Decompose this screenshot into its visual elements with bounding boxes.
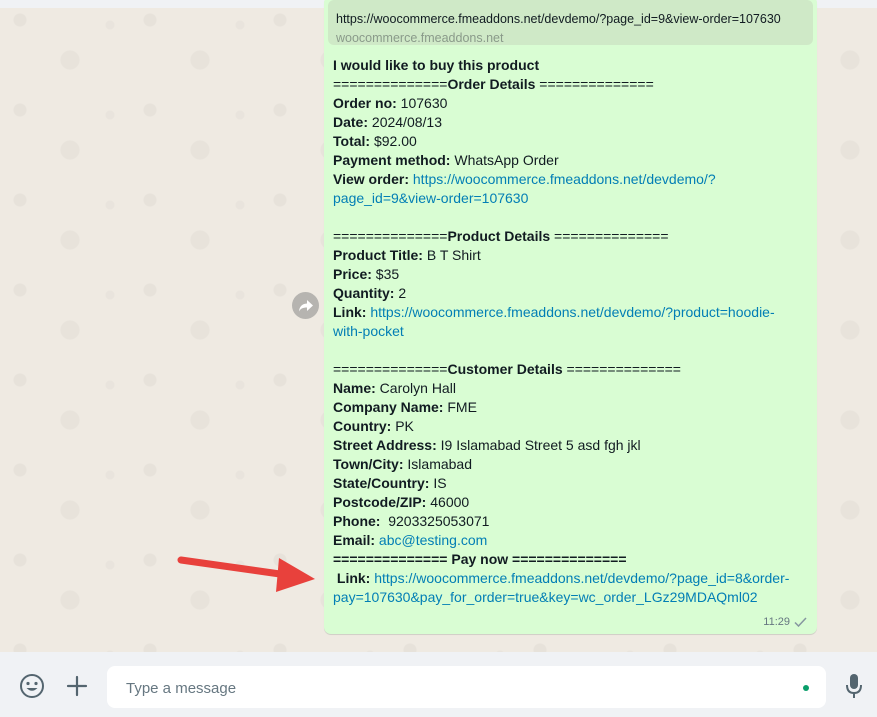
payment-method-value: WhatsApp Order (450, 152, 559, 168)
message-meta: 11:29 (763, 616, 807, 628)
forward-button[interactable] (292, 292, 319, 319)
link-preview-url: https://woocommerce.fmeaddons.net/devdem… (336, 12, 781, 26)
link-preview-domain: woocommerce.fmeaddons.net (336, 31, 504, 45)
annotation-arrow-icon (177, 556, 315, 592)
pay-link[interactable]: https://woocommerce.fmeaddons.net/devdem… (374, 570, 789, 586)
quantity-label: Quantity: (333, 285, 395, 301)
total-value: $92.00 (370, 133, 417, 149)
product-title-value: B T Shirt (422, 247, 481, 263)
company-label: Company Name: (333, 399, 444, 415)
message-input[interactable] (124, 666, 788, 710)
voice-message-button[interactable] (840, 672, 868, 700)
product-title-label: Product Title: (333, 247, 423, 263)
state-value: IS (429, 475, 447, 491)
town-value: Islamabad (403, 456, 472, 472)
forward-icon (298, 299, 313, 311)
country-label: Country: (333, 418, 392, 434)
name-value: Carolyn Hall (375, 380, 456, 396)
product-link[interactable]: https://woocommerce.fmeaddons.net/devdem… (370, 304, 774, 320)
quantity-value: 2 (394, 285, 407, 301)
price-label: Price: (333, 266, 372, 282)
town-label: Town/City: (333, 456, 404, 472)
total-label: Total: (333, 133, 371, 149)
product-link-cont[interactable]: with-pocket (333, 323, 404, 339)
name-label: Name: (333, 380, 376, 396)
view-order-link[interactable]: https://woocommerce.fmeaddons.net/devdem… (413, 171, 716, 187)
customer-details-header: ==============Customer Details =========… (333, 361, 681, 377)
country-value: PK (391, 418, 414, 434)
date-value: 2024/08/13 (368, 114, 442, 130)
email-link[interactable]: abc@testing.com (379, 532, 487, 548)
phone-value: 9203325053071 (380, 513, 490, 529)
link-preview[interactable]: https://woocommerce.fmeaddons.net/devdem… (328, 0, 813, 45)
composer-bar (0, 652, 877, 717)
street-label: Street Address: (333, 437, 437, 453)
message-time: 11:29 (763, 616, 790, 628)
street-value: I9 Islamabad Street 5 asd fgh jkl (436, 437, 641, 453)
message-bubble: https://woocommerce.fmeaddons.net/devdem… (324, 0, 817, 634)
payment-method-label: Payment method: (333, 152, 451, 168)
order-no-value: 107630 (396, 95, 448, 111)
postcode-label: Postcode/ZIP: (333, 494, 427, 510)
view-order-link-cont[interactable]: page_id=9&view-order=107630 (333, 190, 528, 206)
product-link-label: Link: (333, 304, 367, 320)
message-text: I would like to buy this product =======… (333, 56, 813, 607)
view-order-label: View order: (333, 171, 409, 187)
phone-label: Phone: (333, 513, 381, 529)
pay-link-cont[interactable]: pay=107630&pay_for_order=true&key=wc_ord… (333, 589, 758, 605)
microphone-icon (846, 674, 862, 698)
single-check-icon (794, 617, 807, 627)
message-input-box[interactable] (107, 666, 826, 710)
pay-now-header: ============== Pay now ============== (333, 551, 627, 567)
emoji-button[interactable] (18, 672, 46, 700)
postcode-value: 46000 (426, 494, 470, 510)
status-dot (803, 685, 809, 691)
product-details-header: ==============Product Details ==========… (333, 228, 669, 244)
company-value: FME (443, 399, 477, 415)
pay-link-label: Link: (333, 570, 371, 586)
order-no-label: Order no: (333, 95, 397, 111)
attach-button[interactable] (63, 672, 91, 700)
emoji-icon (20, 674, 44, 698)
date-label: Date: (333, 114, 369, 130)
message-intro: I would like to buy this product (333, 57, 540, 73)
plus-icon (66, 675, 88, 697)
email-label: Email: (333, 532, 376, 548)
price-value: $35 (371, 266, 400, 282)
order-details-header: ==============Order Details ============… (333, 76, 654, 92)
state-label: State/Country: (333, 475, 430, 491)
